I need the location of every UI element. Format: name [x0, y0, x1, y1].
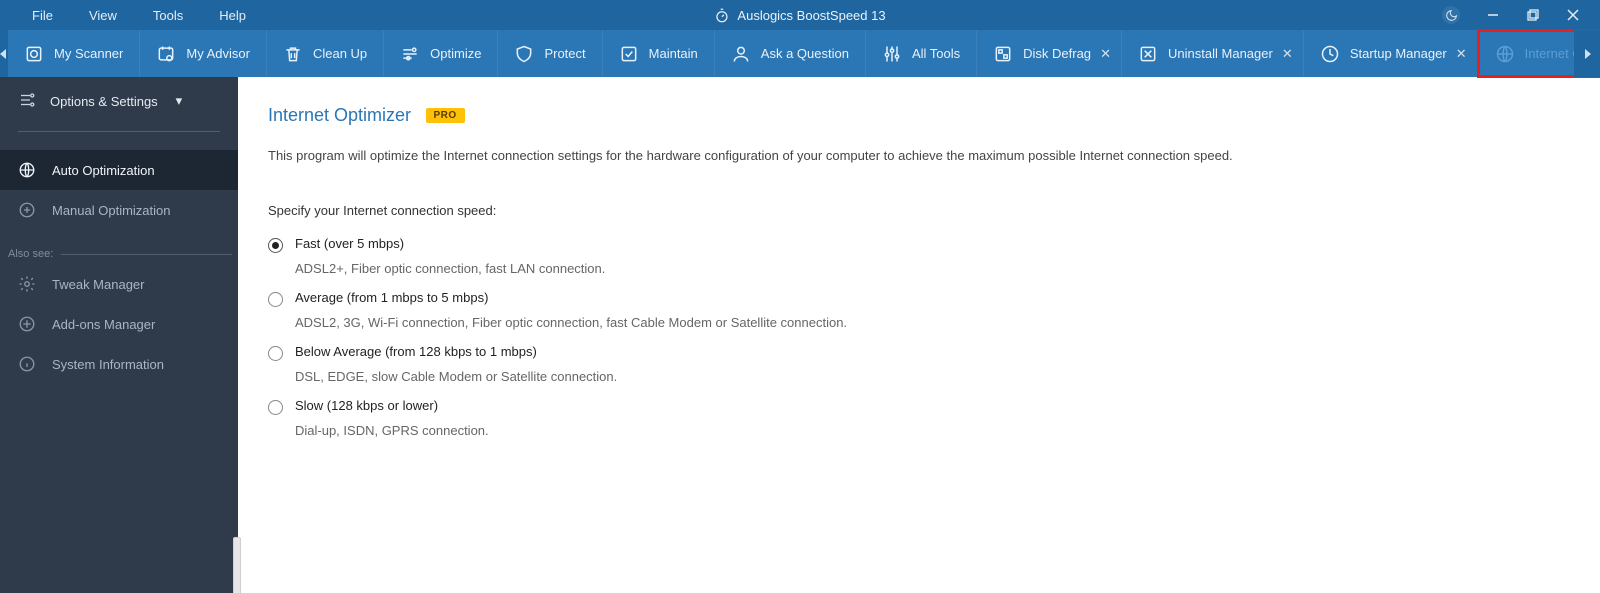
speed-option-slow[interactable]: Slow (128 kbps or lower)	[268, 398, 1570, 415]
toolbar-all-tools[interactable]: All Tools	[866, 30, 977, 77]
person-icon	[731, 44, 751, 64]
toolbar-label: Clean Up	[313, 46, 367, 61]
sidebar: Options & Settings ▾ Auto Optimization M…	[0, 77, 238, 593]
page-description: This program will optimize the Internet …	[268, 148, 1570, 163]
minimize-button[interactable]	[1476, 0, 1510, 30]
toolbar-label: Optimize	[430, 46, 481, 61]
page-title: Internet Optimizer	[268, 105, 411, 126]
option-subtitle: Dial-up, ISDN, GPRS connection.	[295, 423, 1570, 438]
toolbar-label: Ask a Question	[761, 46, 849, 61]
maintain-icon	[619, 44, 639, 64]
menu-tools[interactable]: Tools	[153, 8, 183, 23]
tab-uninstall-manager[interactable]: Uninstall Manager ✕	[1122, 30, 1304, 77]
tab-label: Disk Defrag	[1023, 46, 1091, 61]
settings-icon	[18, 91, 36, 112]
sidebar-item-auto-optimization[interactable]: Auto Optimization	[0, 150, 238, 190]
sidebar-item-tweak-manager[interactable]: Tweak Manager	[0, 264, 238, 304]
tab-label: Uninstall Manager	[1168, 46, 1273, 61]
tab-close-icon[interactable]: ✕	[1282, 46, 1293, 62]
sidebar-item-label: Tweak Manager	[52, 277, 145, 292]
optimize-icon	[400, 44, 420, 64]
tab-disk-defrag[interactable]: Disk Defrag ✕	[977, 30, 1122, 77]
tab-label: Startup Manager	[1350, 46, 1447, 61]
toolbar-optimize[interactable]: Optimize	[384, 30, 498, 77]
tab-close-icon[interactable]: ✕	[1100, 46, 1111, 62]
stopwatch-icon	[714, 8, 729, 23]
tab-close-icon[interactable]: ✕	[1456, 46, 1467, 62]
toolbar-scroll-right[interactable]	[1574, 30, 1600, 77]
menu-help[interactable]: Help	[219, 8, 246, 23]
globe-icon	[18, 161, 36, 179]
close-button[interactable]	[1556, 0, 1590, 30]
radio-icon[interactable]	[268, 400, 283, 415]
connection-speed-group: Fast (over 5 mbps) ADSL2+, Fiber optic c…	[268, 236, 1570, 438]
menu-view[interactable]: View	[89, 8, 117, 23]
toolbar-label: My Scanner	[54, 46, 123, 61]
option-subtitle: ADSL2, 3G, Wi-Fi connection, Fiber optic…	[295, 315, 1570, 330]
option-title: Fast (over 5 mbps)	[295, 236, 404, 251]
option-title: Slow (128 kbps or lower)	[295, 398, 438, 413]
uninstall-icon	[1138, 44, 1158, 64]
sidebar-item-label: Manual Optimization	[52, 203, 171, 218]
maximize-button[interactable]	[1516, 0, 1550, 30]
toolbar-label: My Advisor	[186, 46, 250, 61]
menu-file[interactable]: File	[32, 8, 53, 23]
defrag-icon	[993, 44, 1013, 64]
toolbar: My Scanner My Advisor Clean Up Optimize …	[0, 30, 1600, 77]
radio-icon[interactable]	[268, 292, 283, 307]
app-menu: File View Tools Help	[0, 8, 246, 23]
toolbar-protect[interactable]: Protect	[498, 30, 602, 77]
scan-icon	[24, 44, 44, 64]
toolbar-ask-question[interactable]: Ask a Question	[715, 30, 866, 77]
also-see-label: Also see:	[0, 230, 238, 264]
tools-icon	[882, 44, 902, 64]
option-title: Average (from 1 mbps to 5 mbps)	[295, 290, 488, 305]
theme-toggle-button[interactable]	[1442, 6, 1460, 24]
globe-icon	[1495, 44, 1515, 64]
toolbar-clean-up[interactable]: Clean Up	[267, 30, 384, 77]
toolbar-label: All Tools	[912, 46, 960, 61]
sliders-icon	[18, 201, 36, 219]
trash-icon	[283, 44, 303, 64]
sidebar-item-label: System Information	[52, 357, 164, 372]
toolbar-label: Maintain	[649, 46, 698, 61]
speed-option-below-average[interactable]: Below Average (from 128 kbps to 1 mbps)	[268, 344, 1570, 361]
advisor-icon	[156, 44, 176, 64]
option-title: Below Average (from 128 kbps to 1 mbps)	[295, 344, 537, 359]
option-subtitle: ADSL2+, Fiber optic connection, fast LAN…	[295, 261, 1570, 276]
options-label: Options & Settings	[50, 94, 158, 109]
sidebar-item-manual-optimization[interactable]: Manual Optimization	[0, 190, 238, 230]
shield-icon	[514, 44, 534, 64]
toolbar-scroll-left[interactable]	[0, 30, 8, 77]
info-icon	[18, 355, 36, 373]
divider	[18, 131, 220, 132]
addons-icon	[18, 315, 36, 333]
pro-badge: PRO	[426, 108, 465, 123]
chevron-down-icon: ▾	[176, 93, 183, 109]
app-title: Auslogics BoostSpeed 13	[737, 8, 885, 23]
specify-speed-label: Specify your Internet connection speed:	[268, 203, 1570, 218]
speed-option-average[interactable]: Average (from 1 mbps to 5 mbps)	[268, 290, 1570, 307]
sidebar-item-label: Add-ons Manager	[52, 317, 155, 332]
titlebar: File View Tools Help Auslogics BoostSpee…	[0, 0, 1600, 30]
radio-icon[interactable]	[268, 346, 283, 361]
sidebar-item-system-information[interactable]: System Information	[0, 344, 238, 384]
toolbar-maintain[interactable]: Maintain	[603, 30, 715, 77]
toolbar-label: Protect	[544, 46, 585, 61]
gear-icon	[18, 275, 36, 293]
speed-option-fast[interactable]: Fast (over 5 mbps)	[268, 236, 1570, 253]
main-content: Internet Optimizer PRO This program will…	[238, 77, 1600, 593]
sidebar-item-addons-manager[interactable]: Add-ons Manager	[0, 304, 238, 344]
tab-startup-manager[interactable]: Startup Manager ✕	[1304, 30, 1478, 77]
toolbar-my-advisor[interactable]: My Advisor	[140, 30, 267, 77]
options-settings-menu[interactable]: Options & Settings ▾	[0, 77, 238, 125]
sidebar-resize-handle[interactable]	[233, 537, 241, 593]
toolbar-my-scanner[interactable]: My Scanner	[8, 30, 140, 77]
option-subtitle: DSL, EDGE, slow Cable Modem or Satellite…	[295, 369, 1570, 384]
radio-icon[interactable]	[268, 238, 283, 253]
startup-icon	[1320, 44, 1340, 64]
sidebar-item-label: Auto Optimization	[52, 163, 155, 178]
